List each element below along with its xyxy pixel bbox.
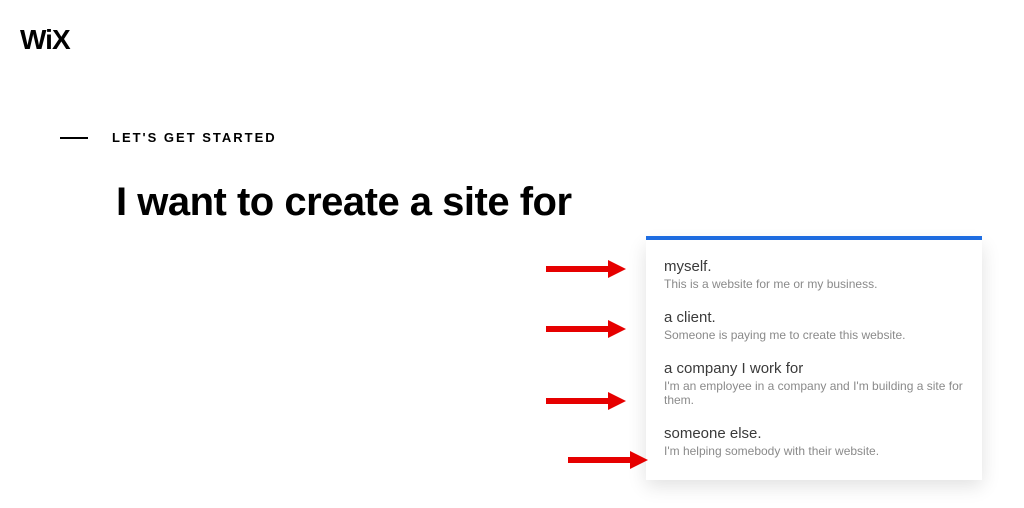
- arrow-icon: [546, 260, 630, 276]
- option-title: someone else.: [664, 425, 964, 442]
- intro-eyebrow: LET'S GET STARTED: [112, 130, 277, 145]
- audience-dropdown[interactable]: myself. This is a website for me or my b…: [646, 240, 982, 480]
- arrow-icon: [546, 392, 630, 408]
- option-desc: I'm helping somebody with their website.: [664, 444, 964, 458]
- option-title: a company I work for: [664, 360, 964, 377]
- option-title: myself.: [664, 258, 964, 275]
- onboarding-page: WiX LET'S GET STARTED I want to create a…: [0, 0, 1024, 508]
- option-desc: I'm an employee in a company and I'm bui…: [664, 379, 964, 407]
- intro-row: LET'S GET STARTED: [60, 130, 277, 145]
- arrow-icon: [568, 451, 652, 467]
- arrow-icon: [546, 320, 630, 336]
- option-myself[interactable]: myself. This is a website for me or my b…: [664, 258, 964, 291]
- option-desc: Someone is paying me to create this webs…: [664, 328, 964, 342]
- option-client[interactable]: a client. Someone is paying me to create…: [664, 309, 964, 342]
- option-desc: This is a website for me or my business.: [664, 277, 964, 291]
- option-company[interactable]: a company I work for I'm an employee in …: [664, 360, 964, 407]
- intro-dash-icon: [60, 137, 88, 139]
- option-someone-else[interactable]: someone else. I'm helping somebody with …: [664, 425, 964, 458]
- page-title: I want to create a site for: [116, 180, 572, 225]
- wix-logo[interactable]: WiX: [20, 24, 70, 56]
- option-title: a client.: [664, 309, 964, 326]
